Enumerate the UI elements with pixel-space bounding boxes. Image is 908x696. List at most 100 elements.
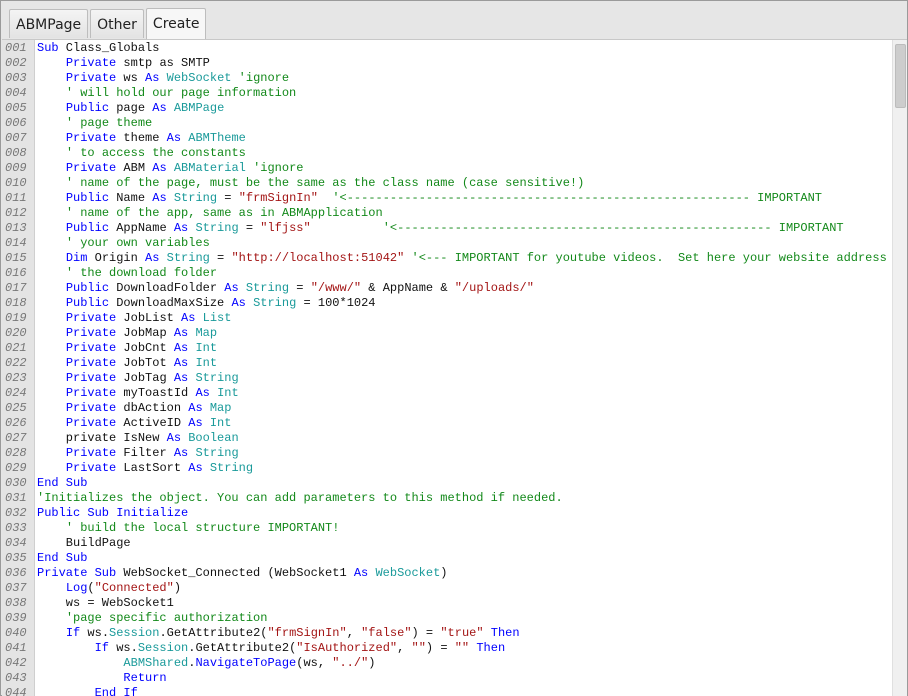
code-line: 039 'page specific authorization — [2, 611, 893, 626]
line-number: 009 — [5, 161, 27, 175]
comment-token: ' will hold our page information — [65, 86, 297, 100]
line-number: 028 — [5, 446, 27, 460]
line-number: 022 — [5, 356, 27, 370]
line-text: ' page theme — [37, 116, 152, 131]
type-token: Session — [109, 626, 160, 640]
line-text: ' your own variables — [37, 236, 210, 251]
type-token: String — [195, 446, 239, 460]
line-number: 019 — [5, 311, 27, 325]
code-token: dbAction — [116, 401, 189, 415]
type-token: String — [209, 461, 254, 475]
tab-other[interactable]: Other — [90, 9, 144, 38]
comment-token: ' to access the constants — [65, 146, 246, 160]
code-line: 023 Private JobTag As String — [2, 371, 893, 386]
line-number: 007 — [5, 131, 27, 145]
line-number: 010 — [5, 176, 27, 190]
keyword-token: Private — [65, 161, 117, 175]
code-editor[interactable]: 001 Sub Class_Globals 002 Private smtp as … — [2, 39, 907, 696]
line-number: 040 — [5, 626, 27, 640]
vertical-scrollbar[interactable] — [892, 40, 907, 696]
type-token: Session — [137, 641, 189, 655]
tab-abmpage[interactable]: ABMPage — [9, 9, 89, 38]
line-text: Private JobTag As String — [37, 371, 239, 386]
string-token: "/www/" — [310, 281, 362, 295]
line-number: 030 — [5, 476, 27, 490]
code-token: = — [238, 221, 261, 235]
code-line: 034 BuildPage — [2, 536, 893, 551]
line-number: 016 — [5, 266, 27, 280]
code-token: ) — [173, 581, 182, 595]
line-text: ' build the local structure IMPORTANT! — [37, 521, 340, 536]
line-text: Private Filter As String — [37, 446, 239, 461]
type-token: Int — [195, 356, 218, 370]
tab-bar: ABMPage Other Create — [9, 8, 207, 39]
string-token: "" — [454, 641, 470, 655]
line-text: Public Sub Initialize — [37, 506, 188, 521]
keyword-token: As — [152, 161, 167, 175]
keyword-token: As — [173, 446, 189, 460]
comment-token: ' page theme — [65, 116, 153, 130]
keyword-token: As — [188, 401, 203, 415]
keyword-token: Sub — [37, 41, 59, 55]
type-token: ABMPage — [173, 101, 225, 115]
code-token: ( — [87, 581, 95, 595]
code-token: BuildPage — [37, 536, 131, 550]
type-token: List — [202, 311, 232, 325]
code-line: 044 End If — [2, 686, 893, 696]
scrollbar-thumb[interactable] — [895, 44, 906, 108]
line-number: 031 — [5, 491, 27, 505]
code-line: 017 Public DownloadFolder As String = "/… — [2, 281, 893, 296]
type-token: ABMShared — [123, 656, 189, 670]
type-token: Map — [195, 326, 218, 340]
tab-create[interactable]: Create — [145, 8, 207, 39]
code-line: 019 Private JobList As List — [2, 311, 893, 326]
type-token: ABMTheme — [188, 131, 246, 145]
code-line: 005 Public page As ABMPage — [2, 101, 893, 116]
keyword-token: Private — [65, 371, 117, 385]
keyword-token: Return — [123, 671, 167, 685]
line-number: 011 — [5, 191, 27, 205]
code-line: 003 Private ws As WebSocket 'ignore — [2, 71, 893, 86]
code-line: 002 Private smtp as SMTP — [2, 56, 893, 71]
code-token: ) — [440, 566, 448, 580]
code-token: LastSort — [116, 461, 189, 475]
keyword-token: As — [195, 386, 210, 400]
string-token: "frmSignIn" — [238, 191, 318, 205]
code-window: ABMPage Other Create 001 Sub Class_Global… — [0, 0, 908, 696]
line-number: 029 — [5, 461, 27, 475]
string-token: "true" — [440, 626, 484, 640]
code-line: 032 Public Sub Initialize — [2, 506, 893, 521]
line-number: 039 — [5, 611, 27, 625]
string-token: "Connected" — [94, 581, 174, 595]
line-text: ws = WebSocket1 — [37, 596, 174, 611]
code-token: page — [109, 101, 153, 115]
line-text: Log("Connected") — [37, 581, 181, 596]
keyword-token: Then — [476, 641, 506, 655]
code-line: 020 Private JobMap As Map — [2, 326, 893, 341]
keyword-token: Private — [65, 56, 117, 70]
code-token: & AppName & — [361, 281, 455, 295]
code-token: myToastId — [116, 386, 196, 400]
comment-token: 'page specific authorization — [65, 611, 268, 625]
comment-token: ' name of the app, same as in ABMApplica… — [65, 206, 383, 220]
keyword-token: As — [145, 71, 160, 85]
keyword-token: Public — [65, 221, 110, 235]
line-number: 041 — [5, 641, 27, 655]
code-token: DownloadMaxSize — [109, 296, 232, 310]
code-line: 010 ' name of the page, must be the same… — [2, 176, 893, 191]
line-number: 032 — [5, 506, 27, 520]
code-token: ws. — [109, 641, 138, 655]
keyword-token: Private Sub — [37, 566, 117, 580]
